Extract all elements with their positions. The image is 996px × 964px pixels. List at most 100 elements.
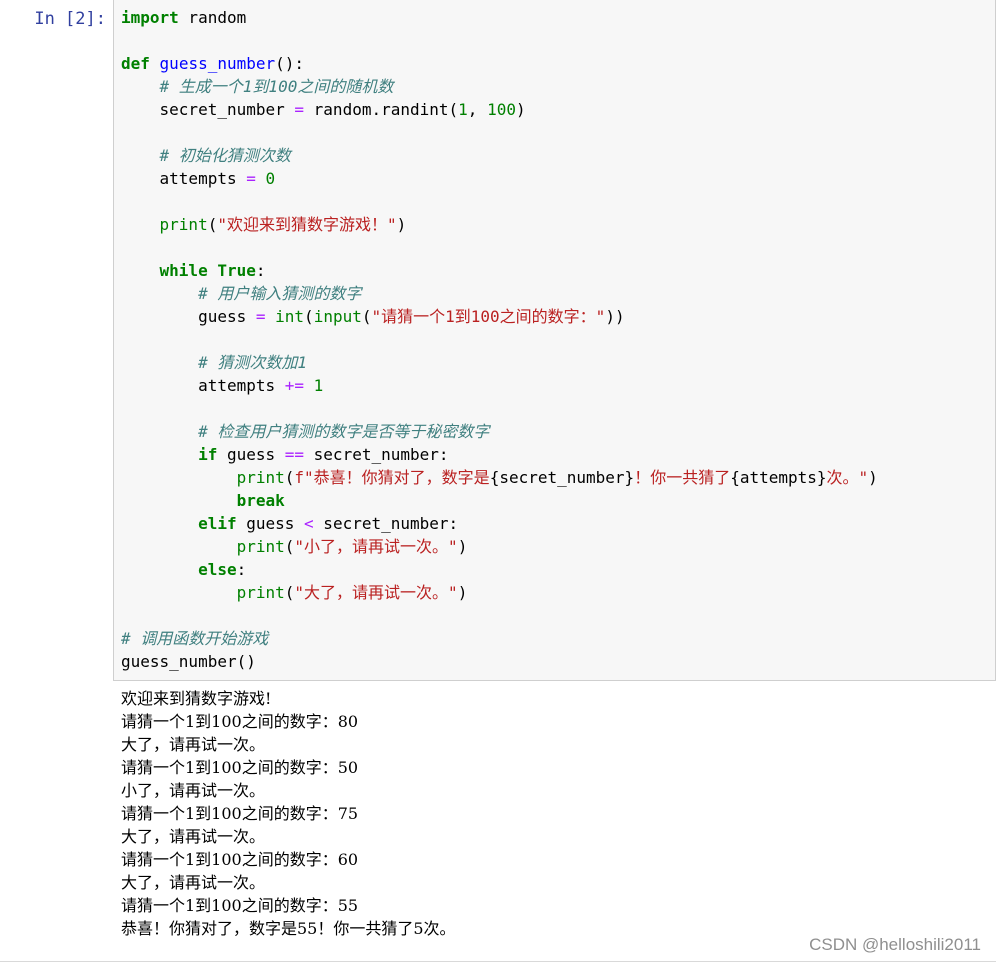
code-token: guess_number — [159, 54, 276, 73]
code-token: secret_number: — [304, 445, 449, 464]
code-token: 1 — [458, 100, 468, 119]
code-token: = — [294, 100, 305, 119]
code-token: attempts — [121, 376, 285, 395]
code-token: ！你一共猜了 — [634, 468, 731, 487]
code-token: secret_number — [121, 100, 295, 119]
output-line: 请猜一个1到100之间的数字：55 — [121, 896, 359, 915]
code-line: def guess_number(): — [121, 52, 304, 75]
code-token: # 猜测次数加1 — [198, 353, 307, 372]
code-token: 0 — [265, 169, 276, 188]
output-line: 欢迎来到猜数字游戏! — [121, 689, 272, 708]
code-token: # 检查用户猜测的数字是否等于秘密数字 — [198, 422, 490, 441]
code-line: print("欢迎来到猜数字游戏！") — [121, 213, 407, 236]
code-line: print(f"恭喜！你猜对了，数字是{secret_number}！你一共猜了… — [121, 466, 878, 489]
code-token: ( — [284, 537, 295, 556]
code-token: {secret_number} — [489, 468, 635, 487]
code-token: if — [198, 445, 218, 464]
code-token: "请猜一个1到100之间的数字：" — [371, 307, 606, 326]
code-token: guess — [236, 514, 305, 533]
code-line: guess_number() — [121, 650, 256, 673]
code-line: import random — [121, 6, 246, 29]
code-token: < — [304, 514, 314, 533]
code-line: # 生成一个1到100之间的随机数 — [121, 75, 394, 98]
code-line: # 猜测次数加1 — [121, 351, 307, 374]
code-token: f"恭喜！你猜对了，数字是 — [294, 468, 490, 487]
code-token: break — [236, 491, 285, 510]
code-token: ) — [457, 537, 468, 556]
code-token: ( — [284, 583, 295, 602]
code-token: while — [159, 261, 208, 280]
code-token: print — [236, 583, 285, 602]
watermark: CSDN @helloshili2011 — [809, 935, 981, 954]
code-line: guess = int(input("请猜一个1到100之间的数字：")) — [121, 305, 625, 328]
code-token: )) — [605, 307, 625, 326]
code-token: {attempts} — [730, 468, 827, 487]
code-line: else: — [121, 558, 246, 581]
code-token: # 初始化猜测次数 — [159, 146, 291, 165]
code-token: random.randint( — [304, 100, 459, 119]
code-token: # 调用函数开始游戏 — [121, 629, 269, 648]
output-line: 大了，请再试一次。 — [121, 827, 266, 846]
code-line: # 初始化猜测次数 — [121, 144, 291, 167]
bottom-divider — [0, 961, 996, 962]
code-token: # 生成一个1到100之间的随机数 — [159, 77, 394, 96]
code-token: # 用户输入猜测的数字 — [198, 284, 362, 303]
code-token: True — [217, 261, 256, 280]
code-token: print — [236, 537, 285, 556]
cell-output: 欢迎来到猜数字游戏! 请猜一个1到100之间的数字：80 大了，请再试一次。请猜一个… — [121, 687, 981, 940]
code-token: ( — [304, 307, 314, 326]
input-prompt: In [2]: — [34, 9, 106, 29]
code-cell-input[interactable]: import random def guess_number(): # 生成一个1… — [113, 0, 996, 681]
code-token: print — [236, 468, 285, 487]
code-token: ) — [515, 100, 526, 119]
code-token: "欢迎来到猜数字游戏！" — [217, 215, 397, 234]
code-token: int — [275, 307, 305, 326]
code-token: "大了，请再试一次。" — [294, 583, 458, 602]
code-token: == — [284, 445, 305, 464]
code-line: attempts += 1 — [121, 374, 323, 397]
code-token: : — [236, 560, 247, 579]
code-token: guess_number() — [121, 652, 256, 671]
code-line: attempts = 0 — [121, 167, 276, 190]
code-token: ) — [396, 215, 407, 234]
output-line: 请猜一个1到100之间的数字：60 — [121, 850, 359, 869]
code-token: guess — [121, 307, 256, 326]
code-token: = — [246, 169, 256, 188]
output-line: 大了，请再试一次。 — [121, 735, 266, 754]
code-token: (): — [275, 54, 305, 73]
code-token: def — [121, 54, 150, 73]
code-token: ) — [457, 583, 468, 602]
code-token: guess — [217, 445, 285, 464]
code-line: print("大了，请再试一次。") — [121, 581, 468, 604]
code-token: 1 — [313, 376, 324, 395]
code-token: random — [178, 8, 247, 27]
code-token: 次。" — [826, 468, 869, 487]
output-line: 请猜一个1到100之间的数字：80 — [121, 712, 359, 731]
code-token: 100 — [487, 100, 516, 119]
code-token: secret_number: — [313, 514, 459, 533]
code-token: : — [255, 261, 266, 280]
code-line: # 调用函数开始游戏 — [121, 627, 268, 650]
code-token: import — [121, 8, 179, 27]
code-token: print — [159, 215, 208, 234]
code-token: elif — [198, 514, 237, 533]
code-token: "小了，请再试一次。" — [294, 537, 458, 556]
code-token: else — [198, 560, 237, 579]
code-token: = — [255, 307, 266, 326]
code-line: # 检查用户猜测的数字是否等于秘密数字 — [121, 420, 489, 443]
